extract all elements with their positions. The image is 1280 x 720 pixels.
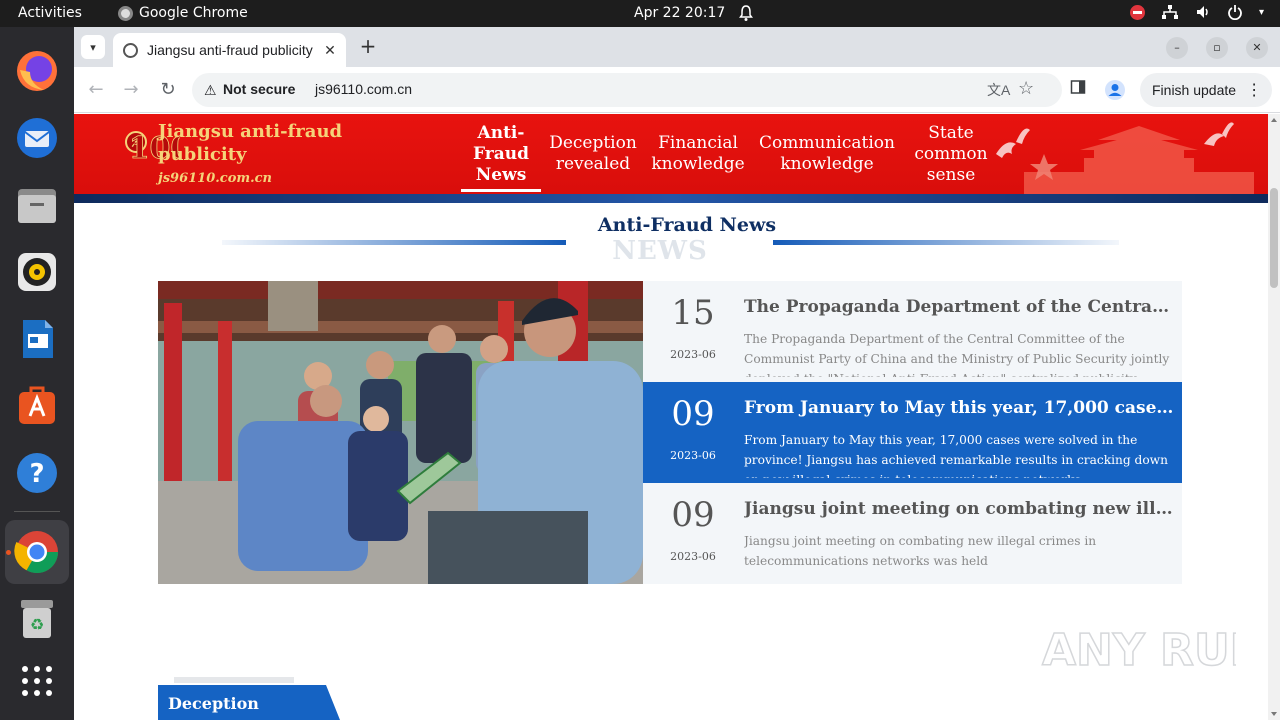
svg-text:♻: ♻	[30, 615, 44, 634]
trash-icon[interactable]: ♻	[13, 595, 61, 643]
globe-favicon-icon	[123, 42, 138, 58]
files-icon[interactable]	[13, 181, 61, 229]
tab-search-button[interactable]: ▾	[81, 35, 105, 59]
scroll-down-arrow-icon[interactable]	[1271, 712, 1277, 716]
news-year-month: 2023-06	[670, 348, 716, 361]
section-title: Anti-Fraud News	[597, 214, 777, 236]
site-title[interactable]: Jiangsu anti-fraud publicity	[158, 120, 358, 166]
chrome-icon[interactable]	[13, 528, 61, 576]
bell-icon	[739, 5, 753, 21]
news-year-month: 2023-06	[670, 449, 716, 462]
side-panel-icon[interactable]	[1067, 79, 1089, 101]
nav-financial-knowledge[interactable]: Financial knowledge	[651, 114, 744, 194]
bookmark-star-icon[interactable]: ☆	[1018, 78, 1034, 99]
maximize-button[interactable]: ▫	[1206, 37, 1228, 59]
address-bar[interactable]: ⚠ Not secure js96110.com.cn 文A ☆	[192, 73, 1062, 107]
page-scrollbar[interactable]	[1268, 114, 1280, 720]
web-page: ☭ 100 Jiangsu anti-fraud publicity js961…	[74, 114, 1268, 720]
new-tab-button[interactable]: +	[356, 35, 380, 59]
dock: ? ♻	[0, 27, 74, 720]
news-summary: The Propaganda Department of the Central…	[744, 332, 1170, 377]
news-item[interactable]: 09 2023-06 Jiangsu joint meeting on comb…	[643, 483, 1182, 584]
chevron-down-icon: ▾	[90, 40, 96, 54]
firefox-icon[interactable]	[13, 47, 61, 95]
close-window-button[interactable]: ✕	[1246, 37, 1268, 59]
finish-update-button[interactable]: Finish update ⋮	[1140, 73, 1272, 107]
finish-update-label: Finish update	[1152, 82, 1237, 98]
news-photo-image[interactable]	[158, 281, 643, 584]
browser-toolbar: ← → ↻ ⚠ Not secure js96110.com.cn 文A ☆ F…	[74, 67, 1280, 113]
os-top-bar: Activities Google Chrome Apr 22 20:17 ▾	[0, 0, 1280, 27]
system-tray[interactable]: ▾	[1129, 4, 1264, 20]
section-watermark: NEWS	[612, 236, 708, 266]
tab-strip: ▾ Jiangsu anti-fraud publicity ✕ + – ▫ ✕	[74, 27, 1280, 67]
app-menu[interactable]: Google Chrome	[118, 5, 248, 21]
thunderbird-icon[interactable]	[13, 114, 61, 162]
back-button[interactable]: ←	[84, 78, 108, 102]
security-status[interactable]: Not secure	[223, 81, 295, 97]
help-icon[interactable]: ?	[13, 449, 61, 497]
nav-communication-knowledge[interactable]: Communication knowledge	[759, 114, 895, 194]
tab-close-icon[interactable]: ✕	[320, 42, 340, 59]
profile-avatar-icon[interactable]	[1104, 79, 1126, 101]
svg-text:?: ?	[29, 459, 44, 489]
writer-icon[interactable]	[13, 315, 61, 363]
anyrun-watermark-text: ANY RUN	[1042, 625, 1236, 676]
chrome-small-icon	[118, 5, 133, 21]
forward-button[interactable]: →	[119, 78, 143, 102]
nav-state-common-sense[interactable]: State common sense	[914, 114, 988, 194]
news-item[interactable]: 15 2023-06 The Propaganda Department of …	[643, 281, 1182, 382]
app-grid-icon[interactable]	[13, 657, 61, 705]
app-center-icon[interactable]	[13, 382, 61, 430]
news-headline[interactable]: Jiangsu joint meeting on combating new i…	[744, 499, 1174, 519]
news-list: 15 2023-06 The Propaganda Department of …	[643, 281, 1182, 584]
scrollbar-thumb[interactable]	[1270, 188, 1278, 288]
site-domain: js96110.com.cn	[158, 171, 273, 186]
power-icon	[1228, 5, 1242, 20]
news-day: 09	[671, 394, 715, 434]
browser-window: ▾ Jiangsu anti-fraud publicity ✕ + – ▫ ✕…	[74, 27, 1280, 720]
anyrun-watermark-logo: ANY RUN	[1041, 624, 1236, 677]
deception-revealed-section-tab[interactable]: Deception revealed	[158, 685, 340, 720]
app-name: Google Chrome	[139, 5, 248, 21]
activities-button[interactable]: Activities	[18, 5, 82, 21]
section-tab-shadow	[174, 677, 294, 683]
news-year-month: 2023-06	[670, 550, 716, 563]
network-icon	[1161, 5, 1178, 19]
warning-icon: ⚠	[204, 82, 217, 98]
minimize-button[interactable]: –	[1166, 37, 1188, 59]
running-indicator	[6, 550, 11, 555]
nav-anti-fraud-news[interactable]: Anti-Fraud News	[461, 114, 541, 194]
rhythmbox-icon[interactable]	[13, 248, 61, 296]
news-headline[interactable]: From January to May this year, 17,000 ca…	[744, 398, 1174, 418]
nav-deception-revealed[interactable]: Deception revealed	[548, 114, 638, 194]
active-tab[interactable]: Jiangsu anti-fraud publicity ✕	[113, 33, 346, 67]
translate-icon[interactable]: 文A	[987, 80, 1010, 100]
reload-button[interactable]: ↻	[156, 78, 180, 102]
news-summary: Jiangsu joint meeting on combating new i…	[744, 534, 1097, 568]
header-divider	[74, 194, 1268, 203]
news-day: 09	[671, 495, 715, 535]
news-headline[interactable]: The Propaganda Department of the Central…	[744, 297, 1174, 317]
site-header: ☭ 100 Jiangsu anti-fraud publicity js961…	[74, 114, 1268, 194]
news-day: 15	[671, 293, 715, 333]
dock-separator	[14, 511, 60, 512]
news-summary: From January to May this year, 17,000 ca…	[744, 433, 1168, 478]
clock[interactable]: Apr 22 20:17	[634, 5, 725, 21]
tab-title: Jiangsu anti-fraud publicity	[147, 42, 313, 58]
volume-icon	[1196, 6, 1208, 18]
url-text[interactable]: js96110.com.cn	[315, 81, 412, 97]
scroll-up-arrow-icon[interactable]	[1271, 118, 1277, 122]
recording-indicator-icon	[1129, 4, 1145, 20]
tiananmen-decoration-image	[996, 122, 1254, 194]
tray-chevron-down-icon: ▾	[1258, 6, 1264, 18]
news-item-active[interactable]: 09 2023-06 From January to May this year…	[643, 382, 1182, 483]
more-menu-icon: ⋮	[1246, 82, 1263, 99]
